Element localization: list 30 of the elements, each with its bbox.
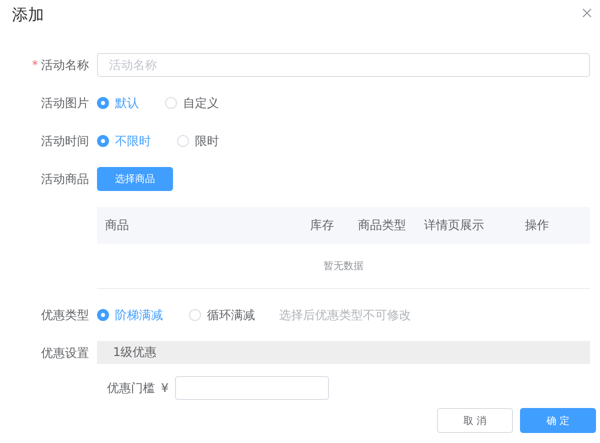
- empty-text: 暂无数据: [324, 260, 364, 273]
- field-label: 优惠设置: [41, 344, 89, 362]
- field-label: 优惠门槛: [107, 380, 155, 396]
- close-icon[interactable]: [582, 8, 592, 18]
- cancel-button[interactable]: 取 消: [437, 408, 513, 433]
- field-label: 活动名称: [41, 56, 89, 74]
- column-header: 操作: [524, 217, 550, 234]
- column-header: 商品: [104, 217, 130, 234]
- hint-text: 选择后优惠类型不可修改: [279, 306, 411, 324]
- name-field[interactable]: 活动名称: [97, 53, 590, 77]
- radio-option[interactable]: 自定义: [165, 94, 219, 112]
- field-label: 活动时间: [41, 132, 89, 150]
- field-label: 优惠类型: [41, 306, 89, 324]
- radio-option[interactable]: 循环满减: [189, 306, 255, 324]
- column-header: 详情页展示: [423, 217, 485, 234]
- dialog-title: 添加: [12, 5, 44, 26]
- level-header: 1级优惠: [97, 341, 590, 364]
- confirm-button[interactable]: 确 定: [520, 408, 596, 433]
- threshold-field[interactable]: [174, 376, 329, 400]
- radio-option[interactable]: 默认: [97, 94, 139, 112]
- radio-option[interactable]: 限时: [177, 132, 219, 150]
- field-label: 活动商品: [41, 170, 89, 188]
- select-goods-button[interactable]: 选择商品: [97, 167, 173, 191]
- field-label: 活动图片: [41, 94, 89, 112]
- radio-option[interactable]: 阶梯满减: [97, 306, 163, 324]
- radio-option[interactable]: 不限时: [97, 132, 151, 150]
- currency-sign: ¥: [161, 381, 169, 395]
- column-header: 商品类型: [357, 217, 407, 234]
- column-header: 库存: [309, 217, 335, 234]
- required-mark: *: [32, 58, 38, 72]
